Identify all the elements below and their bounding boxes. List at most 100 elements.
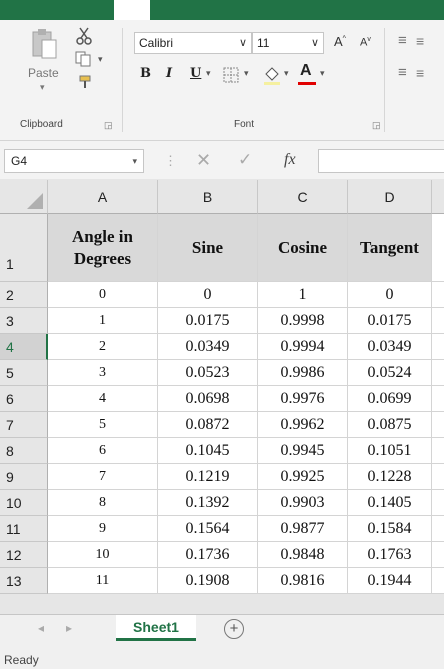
header-cell-angle[interactable]: Angle in Degrees <box>48 214 158 282</box>
table-cell-sine[interactable]: 0.0872 <box>158 412 258 438</box>
row-header[interactable]: 3 <box>0 308 48 334</box>
underline-dropdown-icon[interactable]: ▾ <box>206 68 211 79</box>
font-size-dropdown[interactable]: 11 ∨ <box>252 32 324 54</box>
row-header[interactable]: 5 <box>0 360 48 386</box>
table-cell-angle[interactable]: 3 <box>48 360 158 386</box>
table-cell-sine[interactable]: 0.0175 <box>158 308 258 334</box>
clipboard-launcher-icon[interactable]: ◲ <box>104 120 113 131</box>
table-cell-angle[interactable]: 11 <box>48 568 158 594</box>
insert-function-icon[interactable]: fx <box>284 151 296 169</box>
cancel-icon[interactable]: ✕ <box>196 150 211 171</box>
table-cell-sine[interactable]: 0.1392 <box>158 490 258 516</box>
table-cell-tangent[interactable]: 0.0524 <box>348 360 432 386</box>
chevron-down-icon[interactable]: ▾ <box>132 150 137 172</box>
table-cell-cosine[interactable]: 0.9877 <box>258 516 348 542</box>
select-all-corner[interactable] <box>0 180 48 214</box>
formula-input[interactable] <box>318 149 444 173</box>
table-cell-sine[interactable]: 0.0523 <box>158 360 258 386</box>
paste-icon[interactable] <box>30 28 58 60</box>
row-header[interactable]: 11 <box>0 516 48 542</box>
column-header-b[interactable]: B <box>158 180 258 214</box>
formula-bar-resize-handle[interactable]: ⋮ <box>164 153 177 169</box>
cut-icon[interactable] <box>74 26 94 46</box>
table-cell-angle[interactable]: 6 <box>48 438 158 464</box>
row-header[interactable]: 13 <box>0 568 48 594</box>
table-cell-e[interactable] <box>432 412 444 438</box>
table-cell-tangent[interactable]: 0.1584 <box>348 516 432 542</box>
table-cell-angle[interactable]: 2 <box>48 334 158 360</box>
underline-button[interactable]: U <box>190 66 201 81</box>
table-cell-angle[interactable]: 4 <box>48 386 158 412</box>
align-top-icon[interactable]: ≡ <box>398 32 407 49</box>
table-cell-angle[interactable]: 7 <box>48 464 158 490</box>
table-cell-tangent[interactable]: 0.0349 <box>348 334 432 360</box>
table-cell-angle[interactable]: 9 <box>48 516 158 542</box>
copy-dropdown-icon[interactable]: ▾ <box>98 54 103 65</box>
table-cell-tangent[interactable]: 0.1228 <box>348 464 432 490</box>
column-header-e-partial[interactable] <box>432 180 444 214</box>
chevron-down-icon[interactable]: ∨ <box>311 33 319 53</box>
borders-dropdown-icon[interactable]: ▾ <box>244 68 249 79</box>
table-cell-cosine[interactable]: 0.9998 <box>258 308 348 334</box>
header-cell-sine[interactable]: Sine <box>158 214 258 282</box>
table-cell-e[interactable] <box>432 516 444 542</box>
table-cell-cosine[interactable]: 0.9816 <box>258 568 348 594</box>
table-cell-sine[interactable]: 0.0698 <box>158 386 258 412</box>
paste-dropdown-icon[interactable]: ▾ <box>40 82 45 93</box>
table-cell-e[interactable] <box>432 438 444 464</box>
table-cell-sine[interactable]: 0 <box>158 282 258 308</box>
increase-font-size-icon[interactable]: A^ <box>334 34 346 49</box>
table-cell-sine[interactable]: 0.1908 <box>158 568 258 594</box>
table-cell-cosine[interactable]: 0.9945 <box>258 438 348 464</box>
row-header-1[interactable]: 1 <box>0 214 48 282</box>
table-cell-e[interactable] <box>432 282 444 308</box>
table-cell-sine[interactable]: 0.0349 <box>158 334 258 360</box>
align-top-icon-partial[interactable]: ≡ <box>416 33 424 49</box>
table-cell-cosine[interactable]: 0.9848 <box>258 542 348 568</box>
table-cell-cosine[interactable]: 0.9925 <box>258 464 348 490</box>
row-header[interactable]: 6 <box>0 386 48 412</box>
table-cell-angle[interactable]: 5 <box>48 412 158 438</box>
table-cell-tangent[interactable]: 0 <box>348 282 432 308</box>
table-cell-e[interactable] <box>432 490 444 516</box>
bold-button[interactable]: B <box>140 66 151 81</box>
select-all-icon[interactable] <box>27 193 43 209</box>
table-cell-cosine[interactable]: 0.9962 <box>258 412 348 438</box>
table-cell-sine[interactable]: 0.1736 <box>158 542 258 568</box>
header-cell-tangent[interactable]: Tangent <box>348 214 432 282</box>
format-painter-icon[interactable] <box>78 74 94 90</box>
table-cell-tangent[interactable]: 0.1763 <box>348 542 432 568</box>
borders-icon[interactable] <box>222 66 240 84</box>
table-cell-e[interactable] <box>432 334 444 360</box>
chevron-down-icon[interactable]: ∨ <box>239 33 247 53</box>
table-cell-e[interactable] <box>432 386 444 412</box>
table-cell-tangent[interactable]: 0.0175 <box>348 308 432 334</box>
row-header[interactable]: 9 <box>0 464 48 490</box>
table-cell-angle[interactable]: 10 <box>48 542 158 568</box>
scroll-right-icon[interactable]: ▸ <box>66 621 72 635</box>
table-cell-e[interactable] <box>432 542 444 568</box>
font-name-dropdown[interactable]: Calibri ∨ <box>134 32 252 54</box>
scroll-left-icon[interactable]: ◂ <box>38 621 44 635</box>
row-header[interactable]: 2 <box>0 282 48 308</box>
enter-icon[interactable]: ✓ <box>238 150 252 170</box>
font-color-icon[interactable]: A <box>300 62 312 80</box>
column-header-c[interactable]: C <box>258 180 348 214</box>
fill-color-icon[interactable] <box>262 64 282 86</box>
table-cell-angle[interactable]: 1 <box>48 308 158 334</box>
table-cell-tangent[interactable]: 0.1051 <box>348 438 432 464</box>
table-cell-e[interactable] <box>432 308 444 334</box>
header-cell-cosine[interactable]: Cosine <box>258 214 348 282</box>
table-cell-e[interactable] <box>432 568 444 594</box>
row-header[interactable]: 7 <box>0 412 48 438</box>
sheet-tab-sheet1[interactable]: Sheet1 <box>116 615 196 641</box>
table-cell-cosine[interactable]: 0.9986 <box>258 360 348 386</box>
align-center-icon-partial[interactable]: ≡ <box>416 65 424 81</box>
row-header[interactable]: 4 <box>0 334 48 360</box>
table-cell-angle[interactable]: 0 <box>48 282 158 308</box>
table-cell-e[interactable] <box>432 360 444 386</box>
cell-e1[interactable] <box>432 214 444 282</box>
add-sheet-icon[interactable]: + <box>224 619 244 639</box>
name-box[interactable]: G4 ▾ <box>4 149 144 173</box>
table-cell-cosine[interactable]: 0.9994 <box>258 334 348 360</box>
